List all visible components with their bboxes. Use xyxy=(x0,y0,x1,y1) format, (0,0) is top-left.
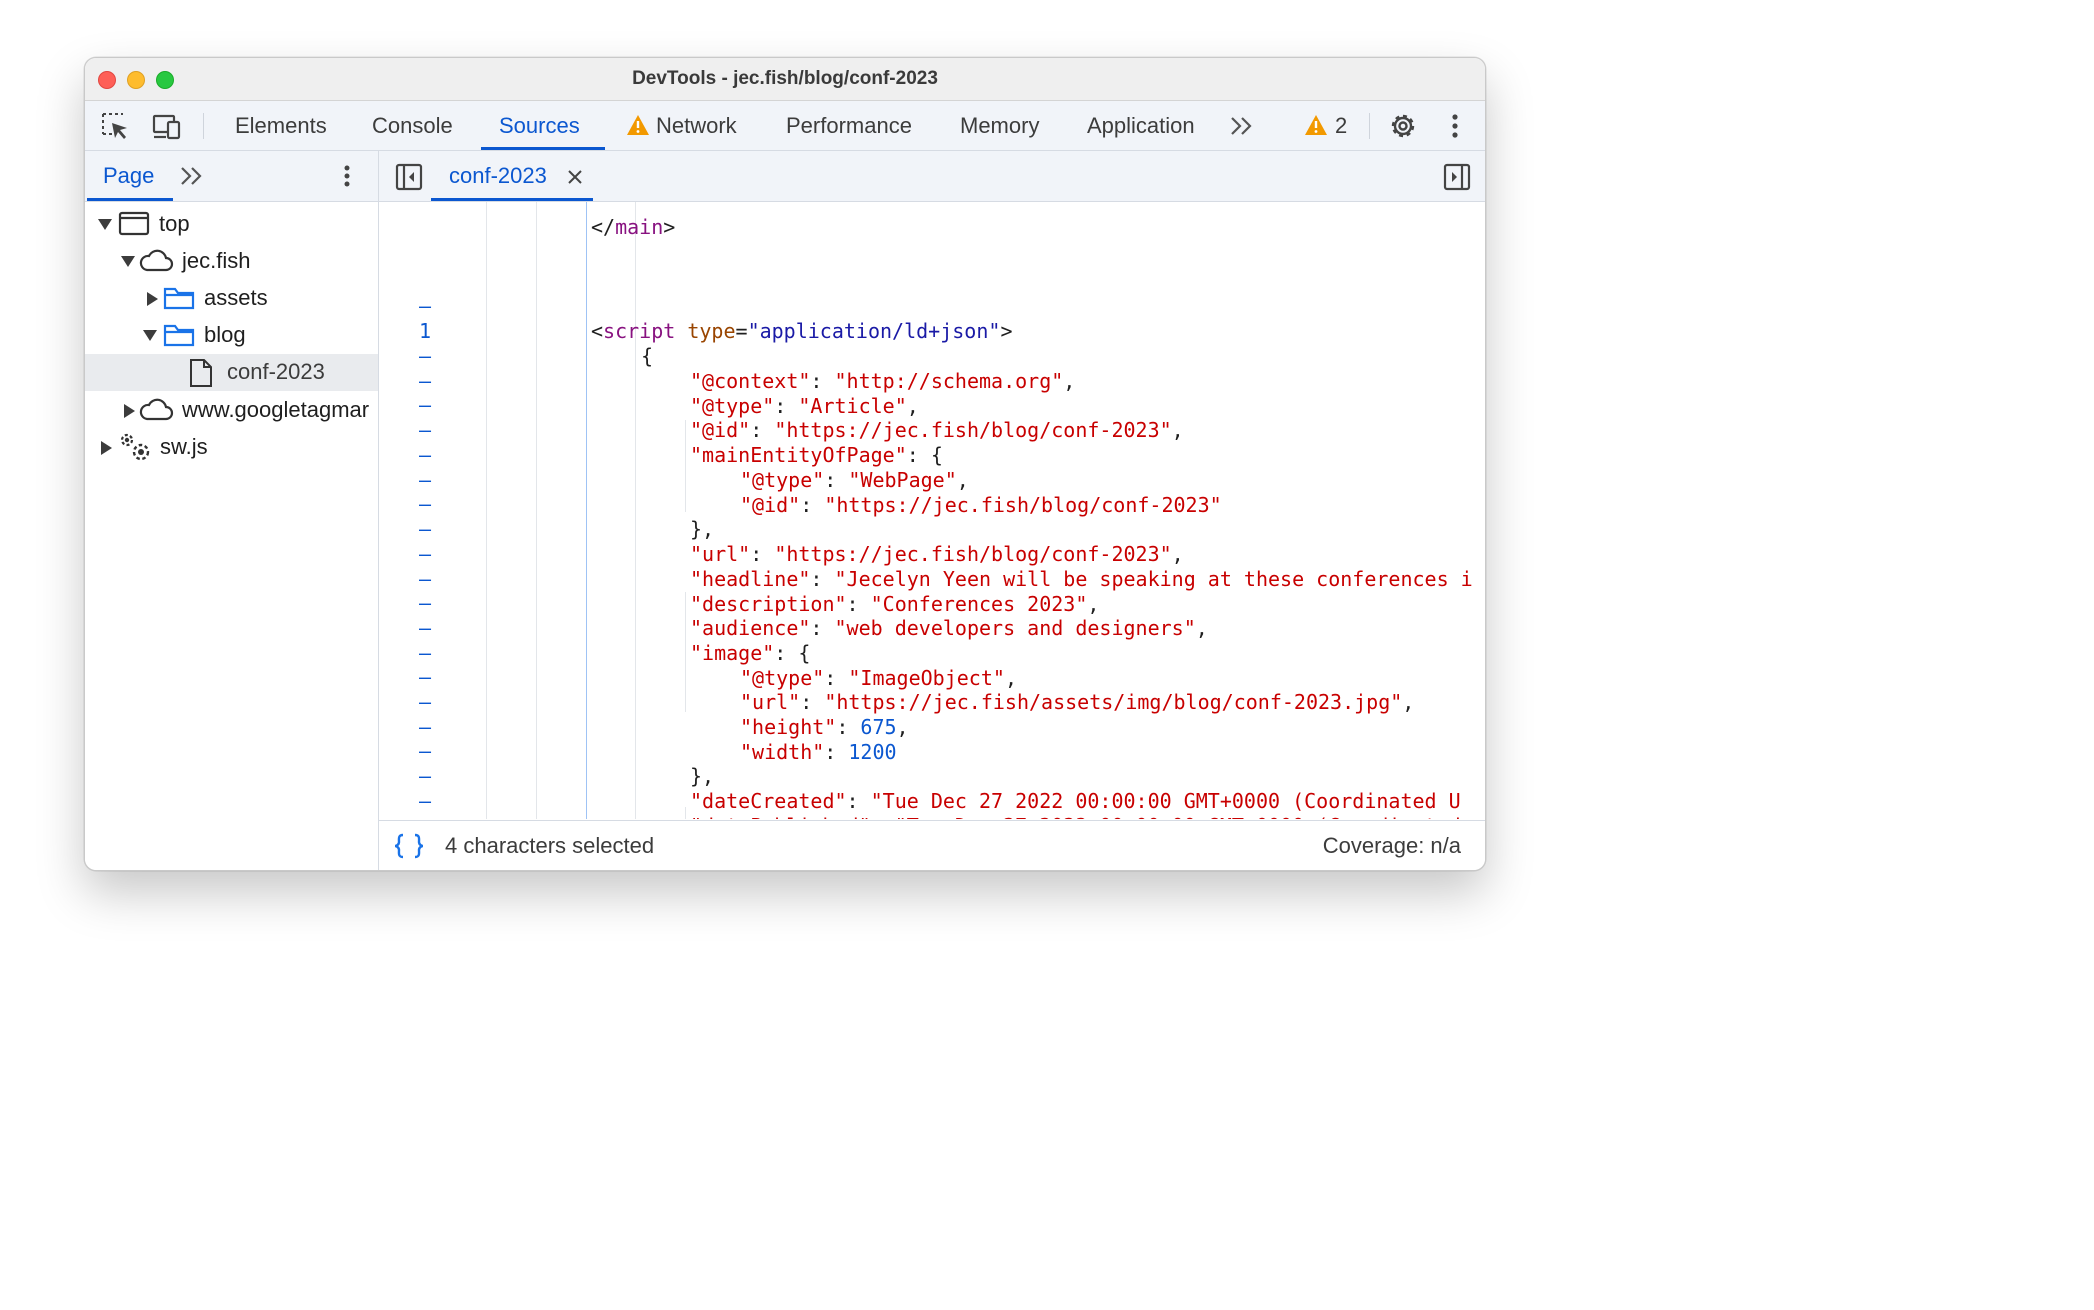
tree-item-label: top xyxy=(159,211,190,236)
code-editor[interactable]: </main> – <script type="application/ld+j… xyxy=(379,202,1485,819)
expand-arrow-icon[interactable] xyxy=(121,256,135,267)
file-icon xyxy=(190,359,212,387)
collapse-arrow-icon[interactable] xyxy=(124,404,135,418)
code-line: – "url": "https://jec.fish/blog/conf-202… xyxy=(419,517,1184,566)
code-line: – "@type": "ImageObject", xyxy=(419,641,1017,690)
code-line: – "articleSection": "Blog", xyxy=(379,813,1485,819)
tree-item-label: jec.fish xyxy=(182,248,251,273)
navigator-menu-icon[interactable] xyxy=(335,161,359,191)
code-line: 1 { xyxy=(419,319,654,368)
code-line: – "dateModified": "Tue Dec 27 2022 00:00… xyxy=(379,789,1485,819)
tree-item-assets[interactable]: assets xyxy=(85,280,378,317)
warnings-count[interactable]: 2 xyxy=(1335,101,1347,150)
more-panes-chevron-icon[interactable] xyxy=(179,165,205,187)
more-options-icon[interactable] xyxy=(1439,110,1471,142)
code-line: – <script type="application/ld+json"> xyxy=(419,294,1013,343)
code-line: – }, xyxy=(419,492,715,541)
pretty-print-braces-icon[interactable] xyxy=(393,833,425,859)
frame-icon xyxy=(118,211,150,236)
code-line: – "datePublished": "Tue Dec 27 2022 00:0… xyxy=(379,764,1485,819)
navigator-header: Page xyxy=(85,151,378,202)
settings-gear-icon[interactable] xyxy=(1387,110,1419,142)
file-tab-conf-2023[interactable]: conf-2023 xyxy=(449,151,547,201)
folder-icon xyxy=(163,324,195,347)
tree-item-label: blog xyxy=(204,322,246,347)
tab-sources[interactable]: Sources xyxy=(499,101,580,150)
tree-item-sw-js[interactable]: sw.js xyxy=(85,429,378,466)
tree-item-top[interactable]: top xyxy=(85,206,378,243)
tree-item-jec-fish[interactable]: jec.fish xyxy=(85,243,378,280)
code-line: – "dateCreated": "Tue Dec 27 2022 00:00:… xyxy=(419,764,1461,813)
toolbar-separator xyxy=(1369,113,1370,139)
tab-elements[interactable]: Elements xyxy=(235,101,327,150)
selection-status: 4 characters selected xyxy=(445,833,655,858)
tab-memory[interactable]: Memory xyxy=(960,101,1039,150)
code-line: – "image": { xyxy=(419,616,811,665)
code-line: – "@id": "https://jec.fish/blog/conf-202… xyxy=(419,468,1222,517)
title-bar: DevTools - jec.fish/blog/conf-2023 xyxy=(85,58,1485,101)
code-line: – "height": 675, xyxy=(419,690,909,739)
editor-tab-bar: conf-2023 xyxy=(379,151,1485,202)
code-line: – "width": 1200 xyxy=(419,715,897,764)
gears-icon xyxy=(120,433,150,461)
tree-item-conf-2023[interactable]: conf-2023 xyxy=(85,354,378,391)
expand-arrow-icon[interactable] xyxy=(98,219,112,230)
code-line: – }, xyxy=(419,739,715,788)
window-title: DevTools - jec.fish/blog/conf-2023 xyxy=(632,68,938,89)
tree-item-blog[interactable]: blog xyxy=(85,317,378,354)
inspect-element-icon[interactable] xyxy=(99,110,131,142)
device-toolbar-icon[interactable] xyxy=(151,110,183,142)
tab-application[interactable]: Application xyxy=(1087,101,1195,150)
tree-item-label: www.googletagmar xyxy=(182,397,370,422)
collapse-arrow-icon[interactable] xyxy=(101,441,112,455)
code-line: – "description": "Conferences 2023", xyxy=(419,567,1100,616)
cloud-icon xyxy=(139,249,174,272)
code-line: – "@id": "https://jec.fish/blog/conf-202… xyxy=(419,393,1184,442)
main-toolbar: Elements Console Sources Network Perform… xyxy=(85,101,1485,151)
tab-console[interactable]: Console xyxy=(372,101,453,150)
code-line: – "@type": "WebPage", xyxy=(419,443,969,492)
tab-page[interactable]: Page xyxy=(103,151,154,201)
editor-status-bar: 4 characters selected Coverage: n/a xyxy=(379,820,1485,870)
more-tabs-chevron-icon[interactable] xyxy=(1229,115,1255,137)
code-line: – "headline": "Jecelyn Yeen will be spea… xyxy=(419,542,1473,591)
active-tab-indicator xyxy=(431,198,593,201)
code-line: – "@context": "http://schema.org", xyxy=(419,344,1076,393)
code-line: – "url": "https://jec.fish/assets/img/bl… xyxy=(419,665,1415,714)
code-line: – "@type": "Article", xyxy=(419,369,919,418)
active-tab-indicator xyxy=(481,147,605,150)
tab-network[interactable]: Network xyxy=(656,101,737,150)
close-tab-icon[interactable] xyxy=(567,169,583,185)
active-tab-indicator xyxy=(87,198,173,201)
coverage-status: Coverage: n/a xyxy=(1322,833,1461,858)
file-navigator: Page top jec.fish assets blog conf-2023 … xyxy=(85,151,379,870)
tab-performance[interactable]: Performance xyxy=(786,101,912,150)
tree-item-label: sw.js xyxy=(160,434,208,459)
tree-item-label: conf-2023 xyxy=(227,359,325,384)
toggle-navigator-icon[interactable] xyxy=(395,163,423,191)
network-warning-icon xyxy=(627,115,649,135)
tree-item-googletagmanager[interactable]: www.googletagmar xyxy=(85,392,378,429)
toolbar-separator xyxy=(203,113,204,139)
collapse-arrow-icon[interactable] xyxy=(147,292,158,306)
code-line: </main> xyxy=(591,215,676,239)
expand-arrow-icon[interactable] xyxy=(143,330,157,341)
cloud-icon xyxy=(139,398,174,421)
warnings-icon[interactable] xyxy=(1304,114,1328,136)
code-line: – "mainEntityOfPage": { xyxy=(419,418,943,467)
folder-icon xyxy=(163,287,195,310)
devtools-window: DevTools - jec.fish/blog/conf-2023 Eleme… xyxy=(84,57,1486,871)
tree-item-label: assets xyxy=(204,285,268,310)
code-line: – "audience": "web developers and design… xyxy=(419,591,1208,640)
toggle-debugger-icon[interactable] xyxy=(1443,163,1471,191)
